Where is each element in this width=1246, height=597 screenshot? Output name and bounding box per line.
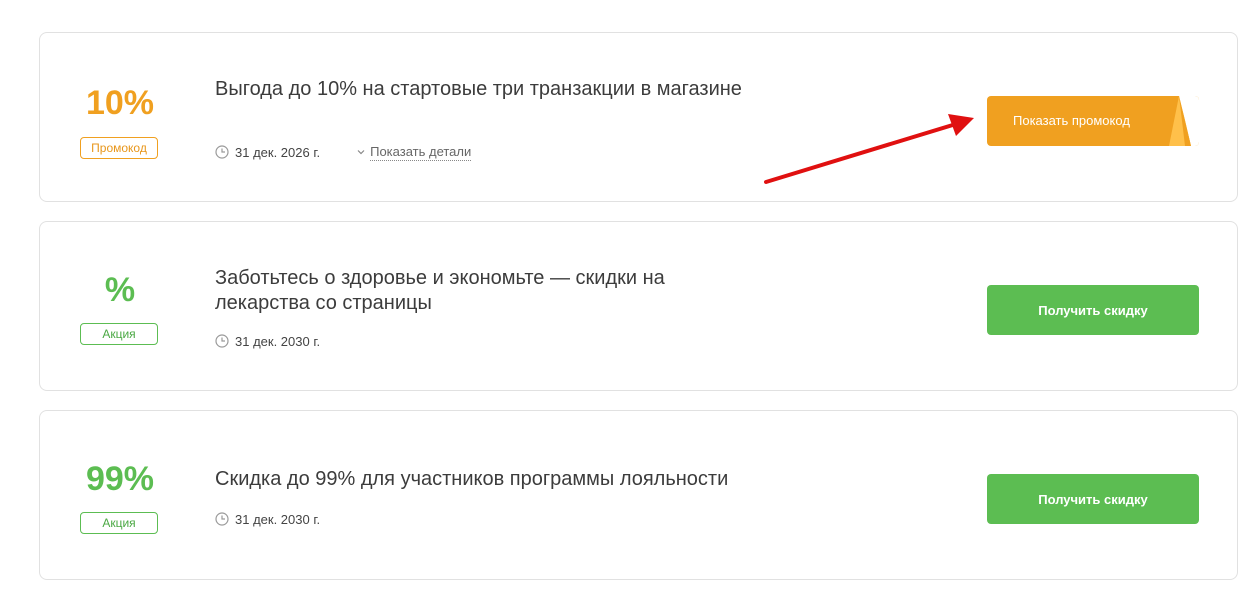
clock-icon (215, 334, 229, 348)
discount-value: 10% (85, 84, 155, 122)
clock-icon (215, 145, 229, 159)
offer-type-badge: Акция (80, 512, 158, 534)
offer-card-deal: % Акция Заботьтесь о здоровье и экономьт… (39, 221, 1238, 391)
offer-meta: 31 дек. 2026 г. Показать детали (215, 143, 472, 161)
coupon-peel-icon (1169, 96, 1199, 146)
show-promo-code-label: Показать промокод (1013, 113, 1130, 128)
offer-type-badge: Акция (80, 323, 158, 345)
expiry-date: 31 дек. 2030 г. (235, 511, 321, 527)
discount-value: % (104, 271, 136, 309)
offer-card-deal: 99% Акция Скидка до 99% для участников п… (39, 410, 1238, 580)
clock-icon (215, 512, 229, 526)
expiry-date: 31 дек. 2030 г. (235, 333, 321, 349)
show-details-label: Показать детали (370, 143, 472, 161)
chevron-down-icon (357, 150, 365, 155)
show-details-toggle[interactable]: Показать детали (356, 143, 472, 161)
offer-card-promo: 10% Промокод Выгода до 10% на стартовые … (39, 32, 1238, 202)
offer-title: Выгода до 10% на стартовые три транзакци… (215, 78, 742, 100)
discount-value: 99% (85, 460, 155, 498)
offer-title: Заботьтесь о здоровье и экономьте — скид… (215, 267, 665, 314)
offer-meta: 31 дек. 2030 г. (215, 333, 320, 349)
offer-title: Скидка до 99% для участников программы л… (215, 468, 729, 490)
expiry-date: 31 дек. 2026 г. (235, 144, 321, 160)
get-discount-button[interactable]: Получить скидку (987, 285, 1199, 335)
offer-type-badge: Промокод (80, 137, 158, 159)
get-discount-button[interactable]: Получить скидку (987, 474, 1199, 524)
offer-meta: 31 дек. 2030 г. (215, 511, 320, 527)
show-promo-code-button[interactable]: Показать промокод (987, 96, 1199, 146)
